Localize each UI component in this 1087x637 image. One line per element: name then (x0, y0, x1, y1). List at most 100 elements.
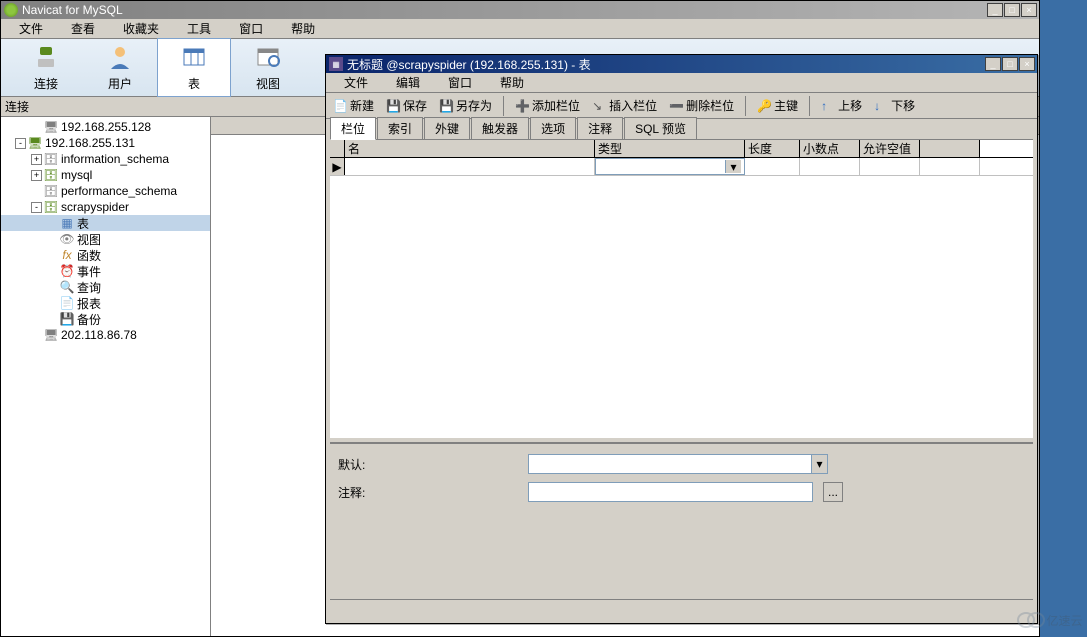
separator (745, 96, 746, 116)
expand-icon[interactable]: + (31, 170, 42, 181)
col-header-名[interactable]: 名 (345, 140, 595, 157)
menu-窗口[interactable]: 窗口 (225, 18, 277, 39)
tree-node-报表[interactable]: 📄报表 (1, 295, 210, 311)
collapse-icon[interactable]: - (31, 202, 42, 213)
tree-node-视图[interactable]: 👁视图 (1, 231, 210, 247)
addcol-icon: ➕ (515, 99, 529, 113)
main-title-bar: Navicat for MySQL _ □ × (1, 1, 1039, 19)
designer-menu-帮助[interactable]: 帮助 (486, 72, 538, 93)
connection-button[interactable]: 连接 (9, 38, 83, 97)
tree-node-mysql[interactable]: +🗄mysql (1, 167, 210, 183)
addcol-button[interactable]: ➕添加栏位 (510, 95, 585, 116)
server-on-icon: 🖥 (28, 136, 42, 150)
tab-选项[interactable]: 选项 (530, 117, 576, 139)
server-off-icon: 🖥 (44, 328, 58, 342)
new-icon: 📄 (333, 99, 347, 113)
saveas-button[interactable]: 💾另存为 (434, 95, 497, 116)
cell-4[interactable] (860, 158, 920, 175)
tree-node-scrapyspider[interactable]: -🗄scrapyspider (1, 199, 210, 215)
pk-icon: 🔑 (757, 99, 771, 113)
collapse-icon[interactable]: - (15, 138, 26, 149)
minimize-button[interactable]: _ (987, 3, 1003, 17)
comment-label: 注释: (338, 484, 518, 501)
tree-node-192.168.255.131[interactable]: -🖥192.168.255.131 (1, 135, 210, 151)
tab-栏位[interactable]: 栏位 (330, 117, 376, 140)
table-button[interactable]: 表 (157, 38, 231, 97)
tab-索引[interactable]: 索引 (377, 117, 423, 139)
designer-menu-窗口[interactable]: 窗口 (434, 72, 486, 93)
col-header-小数点[interactable]: 小数点 (800, 140, 860, 157)
menu-工具[interactable]: 工具 (173, 18, 225, 39)
designer-minimize-button[interactable]: _ (985, 57, 1001, 71)
chevron-down-icon[interactable]: ▾ (811, 455, 827, 473)
save-button[interactable]: 💾保存 (381, 95, 432, 116)
col-header-允许空值[interactable]: 允许空值 (860, 140, 920, 157)
server-off-icon: 🖥 (44, 120, 58, 134)
cell-type-combo[interactable]: ▾ (595, 158, 745, 175)
view-icon (254, 43, 282, 71)
designer-title-bar: ▦ 无标题 @scrapyspider (192.168.255.131) - … (326, 55, 1037, 73)
designer-menubar: 文件编辑窗口帮助 (326, 73, 1037, 93)
connection-label: 连接 (5, 98, 29, 115)
new-button[interactable]: 📄新建 (328, 95, 379, 116)
pk-button[interactable]: 🔑主键 (752, 95, 803, 116)
cell-2[interactable] (745, 158, 800, 175)
tab-注释[interactable]: 注释 (577, 117, 623, 139)
up-button[interactable]: ↑上移 (816, 95, 867, 116)
tree-node-备份[interactable]: 💾备份 (1, 311, 210, 327)
tree-node-information_schema[interactable]: +🗄information_schema (1, 151, 210, 167)
tree-node-192.168.255.128[interactable]: 🖥192.168.255.128 (1, 119, 210, 135)
designer-menu-文件[interactable]: 文件 (330, 72, 382, 93)
col-header-类型[interactable]: 类型 (595, 140, 745, 157)
down-button[interactable]: ↓下移 (869, 95, 920, 116)
view-button[interactable]: 视图 (231, 38, 305, 97)
save-icon: 💾 (386, 99, 400, 113)
expand-icon[interactable]: + (31, 154, 42, 165)
menu-收藏夹[interactable]: 收藏夹 (109, 18, 173, 39)
user-button[interactable]: 用户 (83, 38, 157, 97)
menu-帮助[interactable]: 帮助 (277, 18, 329, 39)
close-button[interactable]: × (1021, 3, 1037, 17)
table-icon: ▦ (60, 216, 74, 230)
tree-node-事件[interactable]: ⏰事件 (1, 263, 210, 279)
tab-触发器[interactable]: 触发器 (471, 117, 529, 139)
chevron-down-icon[interactable]: ▾ (725, 160, 741, 173)
main-title: Navicat for MySQL (22, 3, 123, 17)
maximize-button[interactable]: □ (1004, 3, 1020, 17)
col-header-长度[interactable]: 长度 (745, 140, 800, 157)
default-label: 默认: (338, 456, 518, 473)
tree-node-performance_schema[interactable]: 🗄performance_schema (1, 183, 210, 199)
current-row-icon: ▶ (330, 158, 345, 175)
cell-name[interactable] (345, 158, 595, 175)
designer-title: 无标题 @scrapyspider (192.168.255.131) - 表 (347, 56, 591, 73)
grid-header: 名类型长度小数点允许空值 (330, 140, 1033, 158)
cell-5[interactable] (920, 158, 980, 175)
connection-tree[interactable]: 🖥192.168.255.128-🖥192.168.255.131+🗄infor… (1, 117, 211, 636)
inscol-icon: ↘ (592, 99, 606, 113)
default-combo[interactable]: ▾ (528, 454, 828, 474)
designer-menu-编辑[interactable]: 编辑 (382, 72, 434, 93)
designer-toolbar: 📄新建💾保存💾另存为 ➕添加栏位↘插入栏位➖删除栏位 🔑主键 ↑上移↓下移 (326, 93, 1037, 119)
cell-3[interactable] (800, 158, 860, 175)
inscol-button[interactable]: ↘插入栏位 (587, 95, 662, 116)
menu-文件[interactable]: 文件 (5, 18, 57, 39)
tab-外键[interactable]: 外键 (424, 117, 470, 139)
designer-maximize-button[interactable]: □ (1002, 57, 1018, 71)
db-green-icon: 🗄 (44, 168, 58, 182)
menu-查看[interactable]: 查看 (57, 18, 109, 39)
tab-SQL 预览[interactable]: SQL 预览 (624, 117, 697, 139)
delcol-button[interactable]: ➖删除栏位 (664, 95, 739, 116)
separator (809, 96, 810, 116)
report-icon: 📄 (60, 296, 74, 310)
func-icon: fx (60, 248, 74, 262)
comment-field[interactable] (528, 482, 813, 502)
tree-node-表[interactable]: ▦表 (1, 215, 210, 231)
comment-ellipsis-button[interactable]: ... (823, 482, 843, 502)
col-header-extra[interactable] (920, 140, 980, 157)
tree-node-函数[interactable]: fx函数 (1, 247, 210, 263)
columns-grid[interactable]: 名类型长度小数点允许空值 ▶▾ (330, 139, 1033, 437)
tree-node-查询[interactable]: 🔍查询 (1, 279, 210, 295)
table-row[interactable]: ▶▾ (330, 158, 1033, 176)
designer-close-button[interactable]: × (1019, 57, 1035, 71)
tree-node-202.118.86.78[interactable]: 🖥202.118.86.78 (1, 327, 210, 343)
